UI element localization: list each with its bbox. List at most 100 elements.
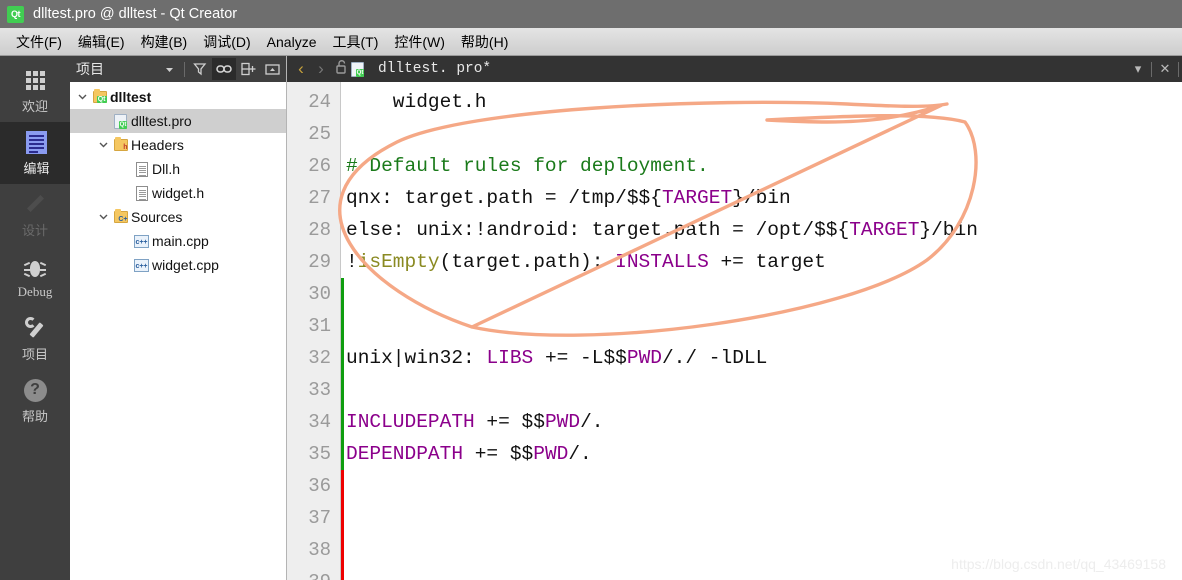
tree-item-label: Sources: [131, 209, 183, 225]
tree-item-dll-h[interactable]: Dll.h: [70, 157, 286, 181]
unlock-icon[interactable]: [331, 59, 351, 79]
code-token-plain: }/bin: [732, 187, 791, 209]
line-number: 26: [308, 155, 331, 177]
main-body: 欢迎 编辑 设计 Debug 项目? 帮助 项目 Qt dlltest Qt d…: [0, 56, 1182, 580]
code-token-plain: else: unix:!android: target.path = /opt/…: [346, 219, 850, 241]
mode-label: 编辑: [23, 161, 50, 176]
change-mark-red: [341, 502, 344, 534]
chevron-down-icon[interactable]: [74, 92, 90, 103]
change-marks: [341, 86, 344, 580]
mode-label: 欢迎: [21, 99, 48, 114]
chevron-down-icon[interactable]: [157, 58, 181, 80]
code-token-comment: # Default rules for deployment.: [346, 155, 709, 177]
project-tree[interactable]: Qt dlltest Qt dlltest.pro h Headers Dll.h widge…: [70, 82, 286, 580]
menu-debug[interactable]: 调试(D): [195, 29, 258, 55]
line-number: 38: [308, 539, 331, 561]
code-line: unix|win32: LIBS += -L$$PWD/./ -lDLL: [346, 342, 1182, 374]
code-line: else: unix:!android: target.path = /opt/…: [346, 214, 1182, 246]
code-view[interactable]: 24 25 26 27 28 29 30 31 32 33 34 35 36 37 38 39 widget.…: [287, 82, 1182, 580]
menu-build[interactable]: 构建(B): [133, 29, 196, 55]
headers-folder-icon: h: [111, 137, 130, 151]
menu-analyze[interactable]: Analyze: [259, 31, 325, 53]
change-mark-none: [341, 118, 344, 150]
code-line: !isEmpty(target.path): INSTALLS += targe…: [346, 246, 1182, 278]
change-mark-green: [341, 310, 344, 342]
mode-label: Debug: [17, 283, 53, 299]
mode-sidebar: 欢迎 编辑 设计 Debug 项目? 帮助: [0, 56, 70, 580]
tree-item-label: Dll.h: [152, 161, 181, 177]
code-token-var: DEPENDPATH: [346, 443, 464, 465]
link-icon[interactable]: [212, 58, 236, 80]
pencil-icon: [22, 191, 48, 217]
mode-4[interactable]: Debug: [0, 246, 70, 308]
line-number: 25: [308, 123, 331, 145]
tree-item-main-cpp[interactable]: c++ main.cpp: [70, 229, 286, 253]
nav-forward-icon[interactable]: ›: [311, 59, 331, 79]
tree-item-label: dlltest.pro: [131, 113, 192, 129]
tree-item-label: main.cpp: [152, 233, 209, 249]
line-number: 31: [308, 315, 331, 337]
question-icon: ?: [22, 377, 48, 403]
menu-tools[interactable]: 工具(T): [324, 29, 386, 55]
bug-icon: [22, 255, 48, 281]
qt-logo-icon: Qt: [7, 5, 24, 23]
chevron-down-icon[interactable]: [95, 140, 111, 151]
qt-creator-window: Qt dlltest.pro @ dlltest - Qt Creator 文件…: [0, 0, 1182, 580]
wrench-icon: [22, 315, 48, 341]
code-token-plain: (target.path):: [439, 251, 616, 273]
tab-close-icon[interactable]: ✕: [1155, 61, 1175, 77]
chevron-down-icon[interactable]: [95, 212, 111, 223]
project-panel: 项目 Qt dlltest Qt dlltest.pro h Headers D…: [70, 56, 287, 580]
code-token-var: PWD: [533, 443, 569, 465]
filter-icon[interactable]: [188, 58, 212, 80]
line-number: 39: [287, 566, 340, 580]
tree-item-widget-cpp[interactable]: c++ widget.cpp: [70, 253, 286, 277]
nav-back-icon[interactable]: ‹: [291, 59, 311, 79]
code-token-plain: += $$: [474, 411, 545, 433]
tab-dropdown-icon[interactable]: ▾: [1128, 61, 1148, 77]
project-panel-title: 项目: [76, 61, 104, 77]
qt-folder-icon: Qt: [90, 89, 109, 103]
collapse-icon[interactable]: [260, 58, 284, 80]
change-mark-none: [341, 246, 344, 278]
document-icon: [24, 129, 50, 155]
line-number: 35: [308, 443, 331, 465]
code-token-var: TARGET: [849, 219, 920, 241]
toolbar-separator: [184, 61, 185, 77]
tree-item-dlltest-pro[interactable]: Qt dlltest.pro: [70, 109, 286, 133]
tree-item-sources[interactable]: C+ Sources: [70, 205, 286, 229]
change-mark-red: [341, 534, 344, 566]
tree-item-headers[interactable]: h Headers: [70, 133, 286, 157]
menu-widgets[interactable]: 控件(W): [386, 29, 453, 55]
mode-2[interactable]: 编辑: [0, 122, 70, 184]
code-text[interactable]: widget.h # Default rules for deployment.…: [341, 82, 1182, 580]
change-mark-green: [341, 278, 344, 310]
menu-file[interactable]: 文件(F): [8, 29, 70, 55]
code-token-plain: /./ -lDLL: [661, 347, 768, 369]
editor-tab-label[interactable]: dlltest. pro*: [378, 61, 491, 77]
tree-item-dlltest[interactable]: Qt dlltest: [70, 85, 286, 109]
change-mark-none: [341, 150, 344, 182]
mode-6[interactable]: ? 帮助: [0, 370, 70, 432]
code-line: INCLUDEPATH += $$PWD/.: [346, 406, 1182, 438]
tab-file-icon: Qt: [351, 61, 371, 77]
code-token-plain: += $$: [463, 443, 534, 465]
code-token-plain: unix|win32:: [346, 347, 487, 369]
menu-help[interactable]: 帮助(H): [453, 29, 516, 55]
mode-5[interactable]: 项目: [0, 308, 70, 370]
qt-file-icon: Qt: [111, 113, 130, 129]
header-file-icon: [132, 185, 151, 201]
change-mark-green: [341, 406, 344, 438]
mode-1[interactable]: 欢迎: [0, 60, 70, 122]
mode-label: 帮助: [21, 409, 48, 424]
tab-separator: [1151, 61, 1152, 77]
menu-edit[interactable]: 编辑(E): [70, 29, 133, 55]
tree-item-widget-h[interactable]: widget.h: [70, 181, 286, 205]
split-add-icon[interactable]: [236, 58, 260, 80]
cpp-file-icon: c++: [132, 258, 151, 272]
tab-separator-2: [1178, 61, 1179, 77]
